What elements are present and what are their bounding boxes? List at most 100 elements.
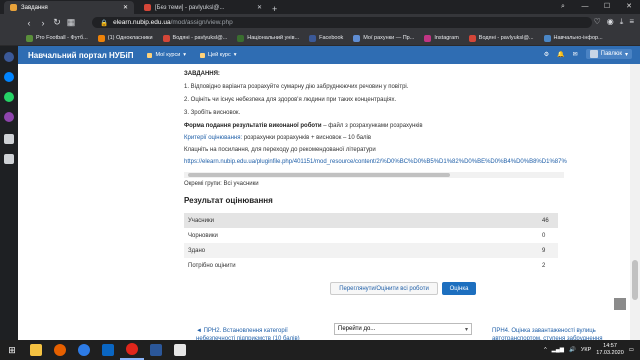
task-item: 1. Відповідно варіанта розрахуйте сумарн… (184, 84, 409, 90)
course-icon (200, 52, 206, 58)
literature-link[interactable]: https://elearn.nubip.edu.ua/pluginfile.p… (184, 159, 567, 165)
maximize-icon[interactable]: ☐ (596, 0, 618, 14)
site-title[interactable]: Навчальний портал НУБіП (28, 51, 133, 60)
grading-summary-table: Учасники 46 Чорновики 0 Здано 9 Потрібно оц… (184, 213, 558, 273)
tray-chevron-icon[interactable]: ^ (544, 347, 547, 353)
settings-icon[interactable] (4, 154, 14, 164)
history-icon[interactable] (4, 134, 14, 144)
criteria-label: Критерії оцінювання: (184, 135, 243, 141)
header-actions: ⚙ 🔔 ✉ Павлюк ▾ (544, 49, 632, 59)
bookmark-label: Мої рахунки — Пр... (363, 35, 415, 41)
taskbar-app[interactable] (144, 340, 168, 360)
row-value: 9 (542, 247, 546, 254)
taskbar-app[interactable] (72, 340, 96, 360)
new-tab-button[interactable]: + (272, 4, 277, 14)
heart-icon[interactable]: ♡ (594, 17, 601, 27)
windows-start-icon[interactable]: ⊞ (0, 340, 24, 360)
bookmark-item[interactable]: Мої рахунки — Пр... (353, 34, 415, 42)
search-tabs-icon[interactable]: ⌕ (552, 0, 574, 14)
taskbar-app[interactable] (168, 340, 192, 360)
messenger-icon[interactable] (4, 52, 14, 62)
taskbar-app[interactable] (24, 340, 48, 360)
row-value: 0 (542, 232, 546, 239)
jump-to-label: Перейти до... (338, 326, 376, 332)
bookmark-item[interactable]: Facebook (309, 34, 343, 42)
chevron-down-icon: ▾ (183, 52, 187, 58)
criteria-value: розрахунки розрахунків + висновок – 10 б… (242, 135, 372, 141)
task-item: 2. Оцініть чи існує небезпека для здоров… (184, 97, 397, 103)
facebook-icon (309, 34, 317, 42)
bookmark-label: Національний унів... (247, 35, 300, 41)
url-field[interactable]: 🔒 elearn.nubip.edu.ua/mod/assign/view.ph… (92, 17, 592, 28)
table-row: Чорновики 0 (184, 228, 558, 243)
messages-icon[interactable]: ✉ (573, 51, 578, 58)
download-icon[interactable]: ⤓ (620, 17, 624, 27)
camera-icon[interactable]: ◉ (607, 17, 614, 27)
view-all-submissions-button[interactable]: Переглянути/Оцінити всі роботи (330, 282, 438, 295)
taskbar: ⊞ ^ ▂▄▆ 🔊 УКР 14:57 17.03.2020 ▭ (0, 340, 640, 360)
chat-icon[interactable] (4, 72, 14, 82)
horizontal-scrollbar[interactable] (184, 172, 564, 178)
courses-icon (147, 52, 153, 58)
notifications-icon[interactable]: 🔔 (557, 51, 564, 58)
minimize-icon[interactable]: — (574, 0, 596, 14)
forward-icon[interactable]: › (36, 18, 50, 28)
settings-icon[interactable]: ⚙ (544, 51, 549, 58)
this-course-menu[interactable]: Цей курс ▾ (200, 52, 237, 58)
tasks-heading: ЗАВДАННЯ: (184, 71, 220, 77)
menu-label: Мої курси (155, 52, 181, 58)
grade-button[interactable]: Оцінка (442, 282, 476, 295)
tab-mail[interactable]: [Без теми] - pavlyuksl@... ✕ (138, 1, 268, 14)
browser-side-rail (0, 46, 18, 340)
taskbar-app[interactable] (120, 340, 144, 360)
bookmark-item[interactable]: Водяні - pavlyuksl@... (162, 34, 228, 42)
row-label: Чорновики (188, 232, 218, 239)
scroll-to-top-icon[interactable] (614, 298, 626, 310)
my-courses-menu[interactable]: Мої курси ▾ (147, 52, 186, 58)
tab-assignment[interactable]: Завдання ✕ (4, 1, 134, 14)
jump-to-select[interactable]: Перейти до... ▾ (334, 323, 472, 335)
network-icon[interactable]: ▂▄▆ (552, 347, 564, 353)
bookmark-item[interactable]: Instagram (424, 34, 459, 42)
bookmark-item[interactable]: Pro Football - Футб... (26, 34, 88, 42)
language-indicator[interactable]: УКР (581, 347, 591, 353)
scrollbar-thumb[interactable] (632, 260, 638, 300)
scrollbar-thumb[interactable] (188, 173, 450, 177)
taskbar-app[interactable] (48, 340, 72, 360)
form-value: – файл з розрахунками розрахунків (321, 123, 423, 129)
paint-icon (174, 344, 186, 356)
instagram-icon[interactable] (4, 112, 14, 122)
telegram-icon (78, 344, 90, 356)
bookmark-item[interactable]: Водяні - pavlyuksl@... (468, 34, 534, 42)
user-menu[interactable]: Павлюк ▾ (585, 49, 632, 59)
chevron-down-icon: ▾ (464, 326, 468, 333)
volume-icon[interactable]: 🔊 (569, 347, 576, 353)
close-tab-icon[interactable]: ✕ (257, 4, 262, 11)
address-bar-row: ‹ › ↻ ▦ 🔒 elearn.nubip.edu.ua/mod/assign… (0, 14, 640, 31)
university-icon (237, 34, 245, 42)
bookmark-label: Водяні - pavlyuksl@... (478, 35, 534, 41)
word-icon (150, 344, 162, 356)
bookmark-item[interactable]: (1) Однокласники (97, 34, 153, 42)
groups-selector[interactable]: Окремі групи: Всі учасники (184, 181, 259, 187)
back-icon[interactable]: ‹ (22, 18, 36, 28)
bookmark-item[interactable]: Навчально-інфор... (543, 34, 603, 42)
taskbar-app[interactable] (96, 340, 120, 360)
clock[interactable]: 14:57 17.03.2020 (596, 343, 624, 357)
close-tab-icon[interactable]: ✕ (123, 4, 128, 11)
row-value: 2 (542, 262, 546, 269)
reload-icon[interactable]: ↻ (50, 17, 64, 28)
menu-icon[interactable]: ≡ (629, 17, 634, 27)
notifications-icon[interactable]: ▭ (629, 347, 634, 353)
home-grid-icon[interactable]: ▦ (64, 17, 78, 28)
close-window-icon[interactable]: ✕ (618, 0, 640, 14)
menu-label: Цей курс (208, 52, 231, 58)
bookmark-item[interactable]: Національний унів... (237, 34, 300, 42)
row-label: Потрібно оцінити (188, 262, 236, 269)
vertical-scrollbar[interactable] (630, 64, 640, 340)
bookmark-label: Водяні - pavlyuksl@... (172, 35, 228, 41)
lock-icon: 🔒 (100, 19, 109, 27)
whatsapp-icon[interactable] (4, 92, 14, 102)
row-value: 46 (542, 217, 549, 224)
mail-favicon-icon (144, 4, 151, 11)
